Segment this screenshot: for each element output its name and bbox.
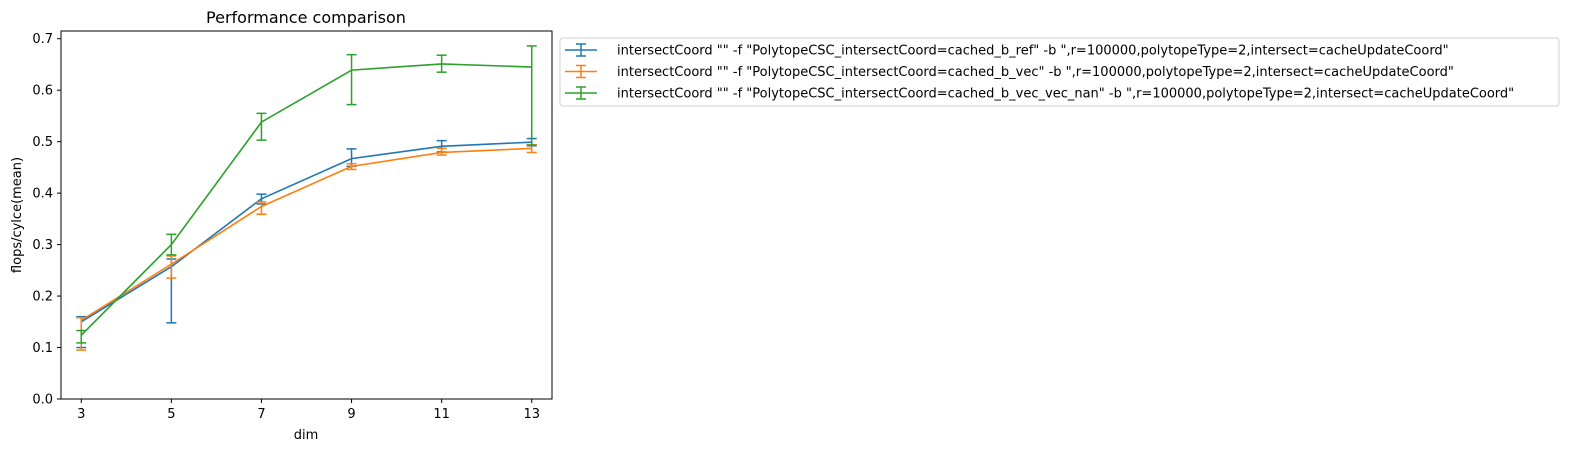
plot-area: [60, 30, 553, 400]
legend-label: intersectCoord "" -f "PolytopeCSC_inters…: [617, 44, 1449, 59]
x-tick-label: 9: [347, 407, 355, 422]
x-tick-label: 11: [433, 407, 450, 422]
x-tick-label: 3: [77, 407, 85, 422]
x-tick-label: 13: [523, 407, 540, 422]
y-tick-label: 0.2: [32, 290, 53, 305]
legend-label: intersectCoord "" -f "PolytopeCSC_inters…: [617, 65, 1454, 80]
legend-item: intersectCoord "" -f "PolytopeCSC_inters…: [565, 43, 1449, 59]
y-tick-label: 0.5: [32, 135, 53, 150]
legend-item: intersectCoord "" -f "PolytopeCSC_inters…: [565, 86, 1514, 102]
series-line: [80, 147, 532, 321]
legend-item: intersectCoord "" -f "PolytopeCSC_inters…: [565, 64, 1454, 80]
legend-label: intersectCoord "" -f "PolytopeCSC_inters…: [617, 87, 1514, 102]
chart: Performance comparison 3 5 7 9 11 13 0.00.10.…: [10, 8, 1560, 443]
y-tick-label: 0.6: [32, 84, 53, 99]
y-tick-label: 0.3: [32, 238, 53, 253]
x-axis: 3 5 7 9 11 13: [77, 399, 540, 422]
series-2: [76, 143, 537, 351]
series-layer: [76, 45, 537, 351]
x-axis-title: dim: [294, 428, 319, 443]
y-tick-label: 0.0: [32, 393, 53, 408]
y-axis: 0.0 0.1 0.2 0.3 0.4 0.5 0.6 0.7: [32, 32, 61, 408]
series-line: [80, 63, 532, 336]
x-tick-label: 5: [167, 407, 175, 422]
legend: intersectCoord "" -f "PolytopeCSC_inters…: [559, 37, 1560, 107]
series-1: [76, 137, 537, 349]
chart-title: Performance comparison: [206, 8, 406, 27]
x-tick-label: 7: [257, 407, 265, 422]
y-tick-label: 0.4: [32, 187, 53, 202]
y-axis-title: flops/cylce(mean): [10, 157, 25, 273]
series-line: [80, 141, 532, 323]
y-tick-label: 0.7: [32, 32, 53, 47]
y-tick-label: 0.1: [32, 341, 53, 356]
series-3: [76, 45, 537, 344]
